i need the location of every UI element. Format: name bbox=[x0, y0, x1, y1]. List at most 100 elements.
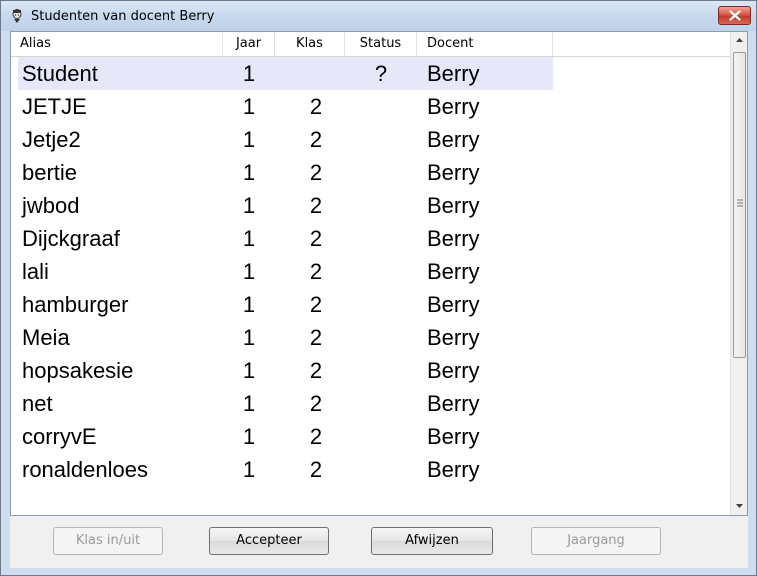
cell-klas: 2 bbox=[309, 424, 323, 449]
table-row[interactable]: hamburger 1 2 Berry bbox=[11, 288, 730, 321]
table-row[interactable]: Meia 1 2 Berry bbox=[11, 321, 730, 354]
cell-klas: 2 bbox=[309, 226, 323, 251]
cell-alias: ronaldenloes bbox=[22, 457, 148, 482]
window-title: Studenten van docent Berry bbox=[31, 9, 215, 24]
close-icon bbox=[729, 10, 741, 21]
cell-status bbox=[351, 354, 411, 387]
table-row[interactable]: bertie 1 2 Berry bbox=[11, 156, 730, 189]
vertical-scrollbar[interactable] bbox=[730, 32, 747, 515]
cell-jaar: 1 bbox=[242, 127, 256, 152]
cell-alias: hopsakesie bbox=[22, 358, 134, 383]
column-klas[interactable]: Klas bbox=[275, 32, 345, 56]
list-rows: Student 1? Berry JETJE 1 2 Berry Jetje2 1 2 Berry b… bbox=[11, 57, 730, 486]
column-status[interactable]: Status bbox=[345, 32, 417, 56]
cell-klas: 2 bbox=[309, 127, 323, 152]
table-row[interactable]: hopsakesie 1 2 Berry bbox=[11, 354, 730, 387]
cell-status bbox=[351, 387, 411, 420]
cell-alias: jwbod bbox=[22, 193, 80, 218]
cell-docent: Berry bbox=[427, 457, 480, 482]
table-row[interactable]: ronaldenloes 1 2 Berry bbox=[11, 453, 730, 486]
cell-klas: 2 bbox=[309, 325, 323, 350]
cell-status bbox=[351, 255, 411, 288]
cell-jaar: 1 bbox=[242, 292, 256, 317]
table-row[interactable]: lali 1 2 Berry bbox=[11, 255, 730, 288]
cell-jaar: 1 bbox=[242, 61, 256, 86]
scroll-down-icon[interactable] bbox=[731, 497, 748, 514]
jaargang-button[interactable]: Jaargang bbox=[531, 527, 661, 555]
cell-docent: Berry bbox=[427, 94, 480, 119]
cell-jaar: 1 bbox=[242, 193, 256, 218]
cell-klas: 2 bbox=[309, 193, 323, 218]
cell-jaar: 1 bbox=[242, 424, 256, 449]
accepteer-button[interactable]: Accepteer bbox=[209, 527, 329, 555]
scroll-up-icon[interactable] bbox=[731, 32, 748, 49]
table-row[interactable]: jwbod 1 2 Berry bbox=[11, 189, 730, 222]
cell-klas: 2 bbox=[309, 292, 323, 317]
scrollbar-thumb[interactable] bbox=[733, 52, 746, 358]
column-alias[interactable]: Alias bbox=[11, 32, 223, 56]
app-icon bbox=[12, 9, 22, 23]
cell-status bbox=[351, 420, 411, 453]
cell-alias: Jetje2 bbox=[22, 127, 81, 152]
table-row[interactable]: Dijckgraaf 1 2 Berry bbox=[11, 222, 730, 255]
cell-status bbox=[351, 123, 411, 156]
cell-jaar: 1 bbox=[242, 391, 256, 416]
cell-alias: hamburger bbox=[22, 292, 129, 317]
cell-status bbox=[351, 222, 411, 255]
cell-klas: 2 bbox=[309, 160, 323, 185]
cell-jaar: 1 bbox=[242, 226, 256, 251]
cell-klas bbox=[296, 57, 336, 90]
cell-jaar: 1 bbox=[242, 358, 256, 383]
cell-alias: Student bbox=[22, 61, 98, 86]
cell-docent: Berry bbox=[427, 127, 480, 152]
cell-status bbox=[351, 189, 411, 222]
cell-jaar: 1 bbox=[242, 457, 256, 482]
grip-icon bbox=[737, 199, 743, 207]
cell-klas: 2 bbox=[309, 358, 323, 383]
cell-docent: Berry bbox=[427, 61, 480, 86]
cell-status bbox=[351, 156, 411, 189]
close-button[interactable] bbox=[718, 6, 751, 25]
list-header: Alias Jaar Klas Status Docent bbox=[11, 32, 730, 57]
cell-klas: 2 bbox=[309, 391, 323, 416]
cell-alias: JETJE bbox=[22, 94, 87, 119]
cell-docent: Berry bbox=[427, 160, 480, 185]
app-window: Studenten van docent Berry Alias Jaar Kl… bbox=[0, 0, 757, 576]
table-row[interactable]: net 1 2 Berry bbox=[11, 387, 730, 420]
table-row[interactable]: Jetje2 1 2 Berry bbox=[11, 123, 730, 156]
column-docent[interactable]: Docent bbox=[417, 32, 553, 56]
cell-status: ? bbox=[374, 61, 388, 86]
cell-alias: net bbox=[22, 391, 53, 416]
cell-status bbox=[351, 453, 411, 486]
cell-docent: Berry bbox=[427, 292, 480, 317]
table-row[interactable]: Student 1? Berry bbox=[11, 57, 730, 90]
cell-docent: Berry bbox=[427, 226, 480, 251]
table-row[interactable]: JETJE 1 2 Berry bbox=[11, 90, 730, 123]
cell-docent: Berry bbox=[427, 358, 480, 383]
cell-klas: 2 bbox=[309, 259, 323, 284]
cell-docent: Berry bbox=[427, 193, 480, 218]
cell-klas: 2 bbox=[309, 457, 323, 482]
cell-klas: 2 bbox=[309, 94, 323, 119]
cell-status bbox=[351, 288, 411, 321]
cell-status bbox=[351, 321, 411, 354]
cell-docent: Berry bbox=[427, 391, 480, 416]
cell-jaar: 1 bbox=[242, 94, 256, 119]
cell-alias: corryvE bbox=[22, 424, 97, 449]
column-jaar[interactable]: Jaar bbox=[223, 32, 275, 56]
cell-alias: Meia bbox=[22, 325, 70, 350]
table-row[interactable]: corryvE 1 2 Berry bbox=[11, 420, 730, 453]
cell-alias: lali bbox=[22, 259, 49, 284]
cell-status bbox=[351, 90, 411, 123]
cell-alias: Dijckgraaf bbox=[22, 226, 120, 251]
title-bar[interactable]: Studenten van docent Berry bbox=[1, 1, 756, 31]
klas-in-uit-button[interactable]: Klas in/uit bbox=[53, 527, 163, 555]
cell-docent: Berry bbox=[427, 424, 480, 449]
afwijzen-button[interactable]: Afwijzen bbox=[371, 527, 493, 555]
students-list[interactable]: Alias Jaar Klas Status Docent Student 1? B… bbox=[10, 31, 748, 516]
cell-docent: Berry bbox=[427, 259, 480, 284]
cell-alias: bertie bbox=[22, 160, 78, 185]
cell-jaar: 1 bbox=[242, 259, 256, 284]
cell-jaar: 1 bbox=[242, 160, 256, 185]
client-area: Alias Jaar Klas Status Docent Student 1? B… bbox=[10, 31, 748, 568]
